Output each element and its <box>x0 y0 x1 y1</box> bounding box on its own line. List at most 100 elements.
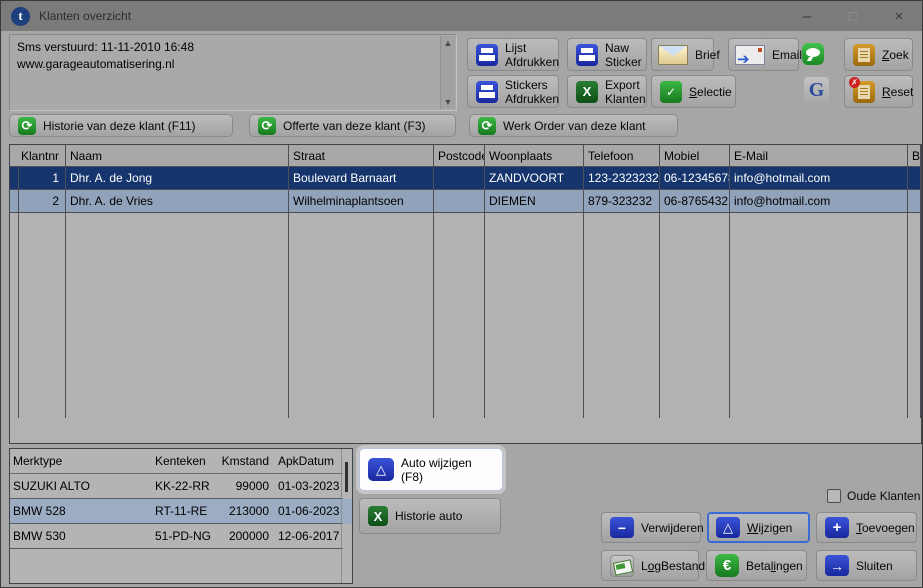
table-row[interactable]: 2 Dhr. A. de Vries Wilhelminaplantsoen D… <box>10 190 921 213</box>
cell-be <box>908 167 921 189</box>
lijst-afdrukken-button[interactable]: LijstAfdrukken <box>467 38 559 71</box>
cell-woonplaats: ZANDVOORT <box>485 167 584 189</box>
empty-table-area <box>10 213 921 418</box>
maximize-icon[interactable]: □ <box>830 1 876 31</box>
cell-kmstand: 200000 <box>218 524 275 549</box>
cell-telefoon: 123-2323232 <box>584 167 660 189</box>
historie-klant-button[interactable]: ⟳ Historie van deze klant (F11) <box>9 114 233 137</box>
cell-apkdatum: 01-06-2023 <box>275 499 343 524</box>
excel-icon: X <box>368 506 388 526</box>
betalingen-pre: Beta <box>746 559 771 573</box>
info-scrollbar[interactable]: ▲ ▼ <box>440 36 455 109</box>
historie-auto-button[interactable]: X Historie auto <box>359 498 501 534</box>
table-row[interactable]: BMW 530 51-PD-NG 200000 12-06-2017 <box>10 524 352 549</box>
toevoegen-label: oevoegen <box>862 521 915 535</box>
col-naam[interactable]: Naam <box>66 145 289 167</box>
scroll-up-icon[interactable]: ▲ <box>444 38 453 48</box>
printer-icon <box>576 44 598 66</box>
sluiten-label: Sluiten <box>856 559 893 573</box>
cell-klantnr: 2 <box>16 190 66 212</box>
offerte-klant-button[interactable]: ⟳ Offerte van deze klant (F3) <box>249 114 456 137</box>
table-row[interactable]: 1 Dhr. A. de Jong Boulevard Barnaart ZAN… <box>10 167 921 190</box>
cell-email: info@hotmail.com <box>730 190 908 212</box>
col-klantnr[interactable]: Klantnr <box>16 145 66 167</box>
betalingen-button[interactable]: € Betalingen <box>706 550 807 581</box>
reset-button[interactable]: ✗ Reset <box>844 75 913 108</box>
sms-chat-icon[interactable] <box>802 43 824 65</box>
customers-table: Klantnr Naam Straat Postcode Woonplaats … <box>9 144 922 444</box>
cell-woonplaats: DIEMEN <box>485 190 584 212</box>
window-controls: – □ × <box>784 1 922 31</box>
col-email[interactable]: E-Mail <box>730 145 908 167</box>
email-label: Email <box>772 48 802 62</box>
clipboard-reset-icon: ✗ <box>853 81 875 103</box>
table-row[interactable]: SUZUKI ALTO KK-22-RR 99000 01-03-2023 <box>10 474 352 499</box>
cell-kmstand: 99000 <box>218 474 275 499</box>
cell-email: info@hotmail.com <box>730 167 908 189</box>
logbook-icon <box>610 555 634 577</box>
col-be[interactable]: Be <box>908 145 921 167</box>
google-icon[interactable]: G <box>804 77 829 104</box>
cell-apkdatum: 12-06-2017 <box>275 524 343 549</box>
refresh-icon: ⟳ <box>478 117 496 135</box>
col-straat[interactable]: Straat <box>289 145 434 167</box>
plus-icon: + <box>825 517 849 538</box>
stickers-afdrukken-button[interactable]: StickersAfdrukken <box>467 75 559 108</box>
col-postcode[interactable]: Postcode <box>434 145 485 167</box>
wijzigen-button[interactable]: △ Wijzigen <box>707 512 810 543</box>
lijst-afdrukken-label-1: Lijst <box>505 41 526 55</box>
werkorder-klant-label: Werk Order van deze klant <box>503 119 646 133</box>
oude-klanten-checkbox[interactable] <box>827 489 841 503</box>
brief-label: Brief <box>695 48 720 62</box>
minimize-icon[interactable]: – <box>784 1 830 31</box>
close-icon[interactable]: × <box>876 1 922 31</box>
sluiten-button[interactable]: → Sluiten <box>816 550 917 581</box>
verwijderen-label: Verwijderen <box>641 521 704 535</box>
werkorder-klant-button[interactable]: ⟳ Werk Order van deze klant <box>469 114 678 137</box>
logbestand-button[interactable]: LogBestand <box>601 550 699 581</box>
scrollbar-thumb[interactable] <box>345 462 348 492</box>
zoek-label: oek <box>889 48 908 62</box>
col-telefoon[interactable]: Telefoon <box>584 145 660 167</box>
export-klanten-label-2: Klanten <box>605 92 646 106</box>
export-klanten-button[interactable]: X ExportKlanten <box>567 75 647 108</box>
email-button[interactable]: ➔ Email <box>728 38 799 71</box>
logbestand-pre: L <box>641 559 648 573</box>
brief-button[interactable]: Brief <box>651 38 714 71</box>
wijzigen-label: ijzigen <box>758 521 792 535</box>
col-merktype[interactable]: Merktype <box>10 449 152 474</box>
col-apkdatum[interactable]: ApkDatum <box>275 449 343 474</box>
cell-telefoon: 879-323232 <box>584 190 660 212</box>
minus-icon: − <box>610 517 634 538</box>
customers-header-row: Klantnr Naam Straat Postcode Woonplaats … <box>10 145 921 167</box>
col-woonplaats[interactable]: Woonplaats <box>485 145 584 167</box>
cell-klantnr: 1 <box>16 167 66 189</box>
naw-sticker-button[interactable]: NawSticker <box>567 38 647 71</box>
cell-mobiel: 06-87654321 <box>660 190 730 212</box>
cell-mobiel: 06-12345678 <box>660 167 730 189</box>
vehicles-scrollbar[interactable] <box>341 449 352 583</box>
col-kenteken[interactable]: Kenteken <box>152 449 218 474</box>
scroll-down-icon[interactable]: ▼ <box>444 97 453 107</box>
export-klanten-label-1: Export <box>605 78 640 92</box>
selectie-button[interactable]: ✓ Selectie <box>651 75 736 108</box>
exit-arrow-icon: → <box>825 555 849 576</box>
cell-merktype: BMW 528 <box>10 499 152 524</box>
auto-wijzigen-label: Auto wijzigen (F8) <box>401 456 494 484</box>
cell-kenteken: RT-11-RE <box>152 499 218 524</box>
lijst-afdrukken-label-2: Afdrukken <box>505 55 559 69</box>
table-row[interactable]: BMW 528 RT-11-RE 213000 01-06-2023 <box>10 499 352 524</box>
toevoegen-button[interactable]: + Toevoegen <box>816 512 917 543</box>
historie-auto-label: Historie auto <box>395 509 462 523</box>
excel-icon: X <box>576 81 598 103</box>
cell-merktype: SUZUKI ALTO <box>10 474 152 499</box>
auto-wijzigen-button[interactable]: △ Auto wijzigen (F8) <box>359 448 503 491</box>
edit-triangle-icon: △ <box>716 517 740 538</box>
verwijderen-button[interactable]: − Verwijderen <box>601 512 701 543</box>
selectie-label: electie <box>697 85 732 99</box>
cell-kmstand: 213000 <box>218 499 275 524</box>
zoek-button[interactable]: Zoek <box>844 38 913 71</box>
envelope-icon <box>658 45 688 65</box>
col-kmstand[interactable]: Kmstand <box>218 449 275 474</box>
col-mobiel[interactable]: Mobiel <box>660 145 730 167</box>
